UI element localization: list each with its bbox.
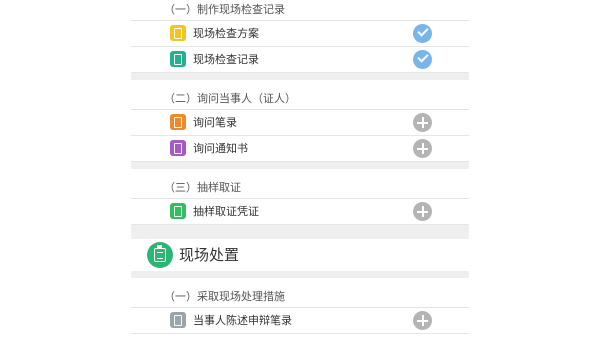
- divider: [131, 271, 469, 278]
- add-icon[interactable]: [413, 113, 432, 132]
- list-item[interactable]: 抽样取证凭证: [131, 199, 469, 225]
- list-item[interactable]: 当事人陈述申辩笔录: [131, 308, 469, 334]
- list-item[interactable]: 询问通知书: [131, 136, 469, 162]
- item-label: 抽样取证凭证: [193, 205, 259, 218]
- section-title: 现场处置: [179, 246, 240, 264]
- document-icon: [170, 51, 186, 67]
- list-item[interactable]: 现场检查记录: [131, 47, 469, 73]
- group-title: （二）询问当事人（证人）: [131, 89, 469, 110]
- group-title: （一）制作现场检查记录: [131, 0, 469, 21]
- divider: [131, 162, 469, 169]
- section-header: 现场处置: [131, 239, 469, 271]
- add-icon[interactable]: [413, 139, 432, 158]
- item-label: 询问笔录: [193, 116, 237, 129]
- item-label: 现场检查记录: [193, 53, 259, 66]
- item-label: 询问通知书: [193, 142, 248, 155]
- divider: [131, 73, 469, 80]
- add-icon[interactable]: [413, 202, 432, 221]
- list-item[interactable]: 询问笔录: [131, 110, 469, 136]
- list-item[interactable]: 现场检查方案: [131, 21, 469, 47]
- checked-icon[interactable]: [413, 50, 432, 69]
- add-icon[interactable]: [413, 311, 432, 330]
- document-icon: [170, 114, 186, 130]
- group-title: （一）采取现场处理措施: [131, 287, 469, 308]
- item-label: 当事人陈述申辩笔录: [193, 314, 292, 327]
- inspection-checklist: （一）制作现场检查记录 现场检查方案 现场检查记录 （二）询问当事人（证人） 询…: [131, 0, 469, 340]
- document-icon: [170, 140, 186, 156]
- page: （一）制作现场检查记录 现场检查方案 现场检查记录 （二）询问当事人（证人） 询…: [0, 0, 600, 340]
- divider: [131, 225, 469, 239]
- document-icon: [170, 203, 186, 219]
- clipboard-icon: [147, 242, 173, 268]
- item-label: 现场检查方案: [193, 27, 259, 40]
- checked-icon[interactable]: [413, 24, 432, 43]
- group-title: （三）抽样取证: [131, 178, 469, 199]
- document-icon: [170, 312, 186, 328]
- document-icon: [170, 25, 186, 41]
